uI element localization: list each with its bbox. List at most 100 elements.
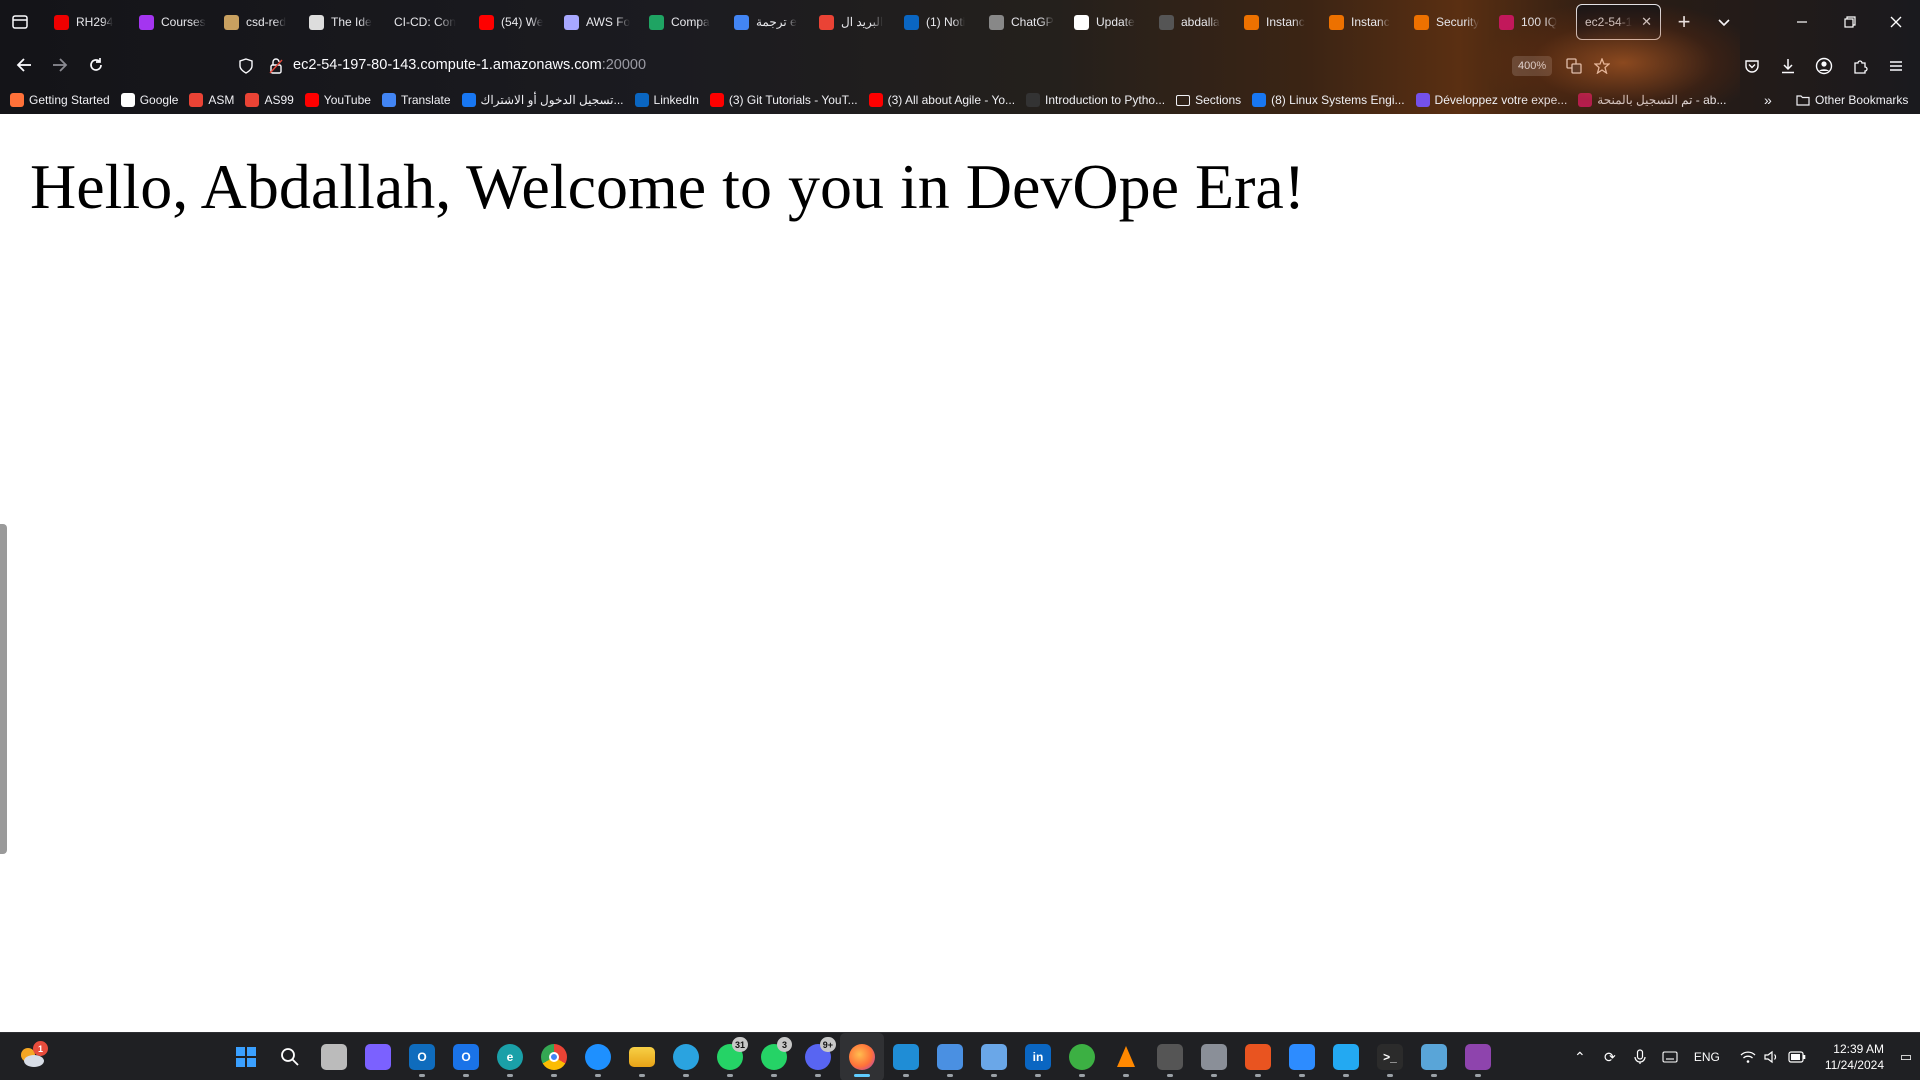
bookmark-item[interactable]: تسجيل الدخول أو الاشتراك... bbox=[461, 93, 624, 107]
taskbar-app-firefox[interactable] bbox=[840, 1033, 884, 1081]
back-button[interactable] bbox=[9, 50, 39, 80]
bookmark-item[interactable]: (3) Git Tutorials - YouT... bbox=[709, 93, 858, 107]
bookmark-item[interactable]: (3) All about Agile - Yo... bbox=[868, 93, 1015, 107]
taskbar-app-whatsapp[interactable]: 31 bbox=[708, 1033, 752, 1081]
pocket-button[interactable] bbox=[1738, 52, 1766, 80]
tab[interactable]: Compa bbox=[641, 4, 726, 40]
taskbar-app-file-explorer[interactable] bbox=[620, 1033, 664, 1081]
microphone-tray-button[interactable] bbox=[1625, 1033, 1655, 1081]
bookmark-item[interactable]: تم التسجيل بالمنحة - ab... bbox=[1578, 93, 1726, 107]
windows-taskbar: 1 O Oe 31 3 9+ in >_ ⌃ ⟳ ENG 12:39 AM 11/24/20… bbox=[0, 1032, 1920, 1081]
taskbar-app-terminal[interactable]: >_ bbox=[1368, 1033, 1412, 1081]
taskbar-app-image-viewer[interactable] bbox=[972, 1033, 1016, 1081]
tab[interactable]: Security bbox=[1406, 4, 1491, 40]
taskbar-app-vlc[interactable] bbox=[1104, 1033, 1148, 1081]
bookmark-item[interactable]: ASM bbox=[189, 93, 234, 107]
firefox-view-button[interactable] bbox=[6, 8, 34, 36]
taskbar-app-calculator[interactable] bbox=[1192, 1033, 1236, 1081]
taskbar-app-virtualbox[interactable] bbox=[884, 1033, 928, 1081]
other-bookmarks-folder[interactable]: Other Bookmarks bbox=[1796, 88, 1908, 112]
url-bar[interactable]: ec2-54-197-80-143.compute-1.amazonaws.co… bbox=[293, 50, 1593, 80]
zoom-reset-button[interactable]: 400% bbox=[1512, 56, 1553, 76]
taskbar-app-outlook-new[interactable]: O bbox=[444, 1033, 488, 1081]
tab[interactable]: Instanc bbox=[1236, 4, 1321, 40]
taskbar-app-start[interactable] bbox=[224, 1033, 268, 1081]
input-language-button[interactable]: ENG bbox=[1685, 1033, 1729, 1081]
taskbar-app-outlook[interactable]: O bbox=[400, 1033, 444, 1081]
tab[interactable]: (1) Noti bbox=[896, 4, 981, 40]
taskbar-app-clapper[interactable] bbox=[1148, 1033, 1192, 1081]
tab[interactable]: Instanc bbox=[1321, 4, 1406, 40]
taskbar-app-telegram[interactable] bbox=[664, 1033, 708, 1081]
tab[interactable]: RH294 bbox=[46, 4, 131, 40]
extensions-button[interactable] bbox=[1846, 52, 1874, 80]
taskbar-app-photos[interactable] bbox=[928, 1033, 972, 1081]
new-tab-button[interactable]: + bbox=[1668, 6, 1700, 38]
taskbar-app-notepad[interactable] bbox=[1412, 1033, 1456, 1081]
taskbar-app-zoom[interactable] bbox=[1280, 1033, 1324, 1081]
tab[interactable]: ترجمة e bbox=[726, 4, 811, 40]
other-bookmarks-label: Other Bookmarks bbox=[1815, 93, 1909, 107]
taskbar-app-ubuntu[interactable] bbox=[1236, 1033, 1280, 1081]
taskbar-app-discord[interactable]: 9+ bbox=[796, 1033, 840, 1081]
minimize-button[interactable] bbox=[1782, 6, 1822, 38]
taskbar-app-safari[interactable] bbox=[576, 1033, 620, 1081]
bookmark-item[interactable]: Google bbox=[120, 93, 178, 107]
tab[interactable]: Update bbox=[1066, 4, 1151, 40]
tab[interactable]: Courses bbox=[131, 4, 216, 40]
quick-settings-button[interactable] bbox=[1729, 1033, 1817, 1081]
bookmark-item[interactable]: Sections bbox=[1176, 93, 1241, 107]
translate-page-button[interactable] bbox=[1560, 52, 1588, 80]
tab[interactable]: ChatGP bbox=[981, 4, 1066, 40]
taskbar-app-vpn[interactable] bbox=[1060, 1033, 1104, 1081]
downloads-button[interactable] bbox=[1774, 52, 1802, 80]
running-indicator bbox=[1123, 1074, 1129, 1077]
tab[interactable]: 100 IQ bbox=[1491, 4, 1576, 40]
taskbar-app-whatsapp-business[interactable]: 3 bbox=[752, 1033, 796, 1081]
tracking-protection-button[interactable] bbox=[232, 52, 260, 80]
taskbar-app-task-view[interactable] bbox=[312, 1033, 356, 1081]
tab[interactable]: البريد ال bbox=[811, 4, 896, 40]
account-button[interactable] bbox=[1810, 52, 1838, 80]
site-info-button[interactable] bbox=[262, 52, 290, 80]
clock-button[interactable]: 12:39 AM 11/24/2024 bbox=[1817, 1041, 1892, 1073]
close-tab-icon[interactable]: ✕ bbox=[1641, 14, 1652, 30]
reload-button[interactable] bbox=[81, 50, 111, 80]
sync-tray-button[interactable]: ⟳ bbox=[1595, 1033, 1625, 1081]
taskbar-app-chrome[interactable] bbox=[532, 1033, 576, 1081]
bookmark-item[interactable]: Translate bbox=[381, 93, 451, 107]
tab[interactable]: CI-CD: Con bbox=[386, 4, 471, 40]
side-panel-handle[interactable] bbox=[0, 524, 7, 854]
close-window-button[interactable] bbox=[1876, 6, 1916, 38]
taskbar-app-linkedin[interactable]: in bbox=[1016, 1033, 1060, 1081]
more-bookmarks-button[interactable]: » bbox=[1764, 88, 1772, 112]
list-all-tabs-button[interactable] bbox=[1708, 6, 1740, 38]
tab[interactable]: The Ide bbox=[301, 4, 386, 40]
tab-active[interactable]: ec2-54-1 ✕ bbox=[1576, 4, 1661, 40]
tab[interactable]: csd-red bbox=[216, 4, 301, 40]
taskbar-app-search[interactable] bbox=[268, 1033, 312, 1081]
forward-button[interactable] bbox=[45, 50, 75, 80]
taskbar-app-copilot[interactable] bbox=[356, 1033, 400, 1081]
taskbar-app-app-purple[interactable] bbox=[1456, 1033, 1500, 1081]
tab[interactable]: AWS Fo bbox=[556, 4, 641, 40]
show-hidden-icons-button[interactable]: ⌃ bbox=[1565, 1033, 1595, 1081]
bookmark-item[interactable]: YouTube bbox=[304, 93, 371, 107]
tab[interactable]: abdalla bbox=[1151, 4, 1236, 40]
tab[interactable]: (54) We bbox=[471, 4, 556, 40]
bookmark-item[interactable]: Getting Started bbox=[10, 93, 110, 107]
widgets-button[interactable]: 1 bbox=[16, 1041, 48, 1073]
bookmark-star-button[interactable] bbox=[1588, 52, 1616, 80]
app-menu-button[interactable] bbox=[1882, 52, 1910, 80]
taskbar-app-edge[interactable]: e bbox=[488, 1033, 532, 1081]
bookmark-item[interactable]: (8) Linux Systems Engi... bbox=[1252, 93, 1405, 107]
notifications-button[interactable]: ▭ bbox=[1892, 1033, 1920, 1081]
restore-button[interactable] bbox=[1830, 6, 1870, 38]
bookmark-item[interactable]: LinkedIn bbox=[634, 93, 699, 107]
bookmark-item[interactable]: Développez votre expe... bbox=[1415, 93, 1567, 107]
bookmark-item[interactable]: Introduction to Pytho... bbox=[1026, 93, 1165, 107]
taskbar-app-vscode[interactable] bbox=[1324, 1033, 1368, 1081]
bookmark-item[interactable]: AS99 bbox=[245, 93, 294, 107]
chatgpt-icon bbox=[989, 14, 1004, 30]
keyboard-tray-button[interactable] bbox=[1655, 1033, 1685, 1081]
